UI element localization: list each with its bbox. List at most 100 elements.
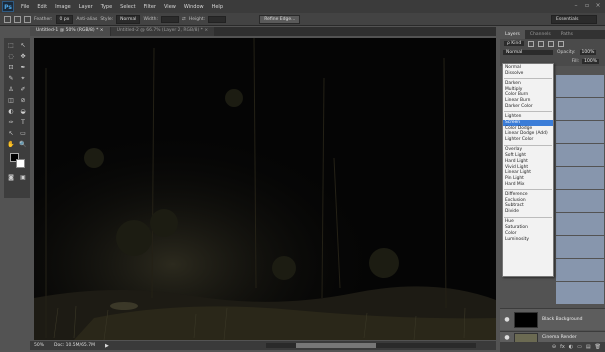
workspace-select[interactable]: Essentials xyxy=(551,15,597,24)
layer-row[interactable] xyxy=(556,167,604,189)
blend-option-hard-mix[interactable]: Hard Mix xyxy=(503,182,553,188)
new-group-icon[interactable]: ▤ xyxy=(586,344,591,350)
path-select-tool-icon[interactable]: ↖ xyxy=(6,129,16,138)
layer-name: Black Background xyxy=(542,317,583,322)
scrollbar-thumb[interactable] xyxy=(296,343,376,348)
mask-icon[interactable]: ◐ xyxy=(569,344,573,350)
menu-layer[interactable]: Layer xyxy=(75,4,97,10)
layer-row[interactable] xyxy=(556,213,604,235)
tab-channels[interactable]: Channels xyxy=(525,30,556,39)
status-bar: 50% Doc: 10.5M/65.7M ▶ xyxy=(30,341,496,350)
quick-select-tool-icon[interactable]: ⊡ xyxy=(6,63,16,72)
layer-row[interactable] xyxy=(556,259,604,281)
opacity-input[interactable]: 100% xyxy=(579,50,597,55)
zoom-tool-icon[interactable]: 🔍 xyxy=(18,140,28,149)
height-input[interactable] xyxy=(208,15,227,23)
shape-tool-icon[interactable]: ▭ xyxy=(18,129,28,138)
eraser-tool-icon[interactable]: ◫ xyxy=(6,96,16,105)
blend-option-divide[interactable]: Divide xyxy=(503,209,553,215)
doc-size: Doc: 10.5M/65.7M xyxy=(54,343,95,348)
marquee-tool-icon[interactable]: ⬚ xyxy=(6,41,16,50)
hand-tool-icon[interactable]: ✋ xyxy=(6,140,16,149)
blend-option-luminosity[interactable]: Luminosity xyxy=(503,237,553,243)
link-icon[interactable]: ⊖ xyxy=(552,344,556,350)
menu-edit[interactable]: Edit xyxy=(33,4,51,10)
tools-panel: ⬚ ↖ ◌ ✥ ⊡ ✒ ✎ ⌖ ♙ ✐ ◫ ⊘ ◐ ◒ ✑ T ↖ ▭ ✋ 🔍 ◙ ▣ xyxy=(4,38,30,198)
blend-row: Normal Opacity: 100% xyxy=(500,48,605,57)
type-filter-icon[interactable] xyxy=(548,40,555,47)
lasso-tool-icon[interactable]: ◌ xyxy=(6,52,16,61)
menu-file[interactable]: File xyxy=(17,4,33,10)
menu-bar: Ps File Edit Image Layer Type Select Filter Vie… xyxy=(0,0,605,13)
close-icon[interactable]: × xyxy=(594,2,602,10)
visibility-eye-icon[interactable]: ● xyxy=(500,334,514,341)
blend-mode-select[interactable]: Normal xyxy=(503,50,553,55)
shape-filter-icon[interactable] xyxy=(558,40,565,47)
horizontal-scrollbar[interactable] xyxy=(266,343,476,348)
style-select[interactable]: Normal xyxy=(116,14,141,24)
crop-move-tool-icon[interactable]: ✥ xyxy=(18,52,28,61)
status-menu-arrow-icon[interactable]: ▶ xyxy=(105,343,109,349)
blend-option-dissolve[interactable]: Dissolve xyxy=(503,71,553,77)
layer-black-background[interactable]: ● Black Background xyxy=(500,308,605,330)
marquee-tool-icon[interactable] xyxy=(4,15,11,23)
add-selection-icon[interactable] xyxy=(24,15,31,23)
fx-icon[interactable]: fx xyxy=(560,344,565,350)
tab-untitled-1[interactable]: Untitled-1 @ 50% (RGB/8) * × xyxy=(30,27,110,36)
pen-path-tool-icon[interactable]: ✑ xyxy=(6,118,16,127)
minimize-icon[interactable]: – xyxy=(572,2,580,10)
tab-paths[interactable]: Paths xyxy=(556,30,578,39)
layer-row[interactable] xyxy=(556,121,604,143)
layer-row[interactable] xyxy=(556,144,604,166)
new-selection-icon[interactable] xyxy=(14,15,21,23)
pixel-filter-icon[interactable] xyxy=(528,40,535,47)
layer-row[interactable] xyxy=(556,236,604,258)
blend-option-lighter-color[interactable]: Lighter Color xyxy=(503,137,553,143)
opacity-label: Opacity: xyxy=(557,50,576,55)
blend-option-darker-color[interactable]: Darker Color xyxy=(503,104,553,110)
refine-edge-button[interactable]: Refine Edge... xyxy=(259,14,301,24)
tab-untitled-2[interactable]: Untitled-2 @ 66.7% (Layer 2, RGB/8) * × xyxy=(110,27,215,36)
layer-row[interactable] xyxy=(556,190,604,212)
adjustment-icon[interactable]: ▭ xyxy=(577,344,582,350)
blur-tool-icon[interactable]: ◒ xyxy=(18,107,28,116)
antialias-checkbox[interactable]: Anti-alias xyxy=(76,17,97,22)
trash-icon[interactable]: 🗑 xyxy=(595,344,601,350)
width-input[interactable] xyxy=(161,15,180,23)
pen-tool-icon[interactable]: ✒ xyxy=(18,63,28,72)
fill-input[interactable]: 100% xyxy=(582,59,599,64)
menu-type[interactable]: Type xyxy=(97,4,116,10)
dodge-tool-icon[interactable]: ◐ xyxy=(6,107,16,116)
layer-row[interactable] xyxy=(556,75,604,97)
quick-mask-icon[interactable]: ◙ xyxy=(6,173,16,182)
forest-image xyxy=(34,38,496,340)
menu-window[interactable]: Window xyxy=(180,4,208,10)
layer-row[interactable] xyxy=(556,282,604,304)
menu-view[interactable]: View xyxy=(160,4,180,10)
gradient-block-tool-icon[interactable]: ⊘ xyxy=(18,96,28,105)
menu-filter[interactable]: Filter xyxy=(140,4,160,10)
menu-image[interactable]: Image xyxy=(51,4,75,10)
maximize-icon[interactable]: ▫ xyxy=(583,2,591,10)
menu-help[interactable]: Help xyxy=(208,4,227,10)
zoom-level[interactable]: 50% xyxy=(34,343,44,348)
blend-mode-dropdown[interactable]: Normal Dissolve Darken Multiply Color Burn Li… xyxy=(502,63,554,277)
eyedropper-tool-icon[interactable]: ⌖ xyxy=(18,74,28,83)
tab-layers[interactable]: Layers xyxy=(500,30,525,39)
visibility-eye-icon[interactable]: ● xyxy=(500,316,514,323)
feather-input[interactable]: 0 px xyxy=(55,14,74,24)
kind-filter-select[interactable]: ρ Kind xyxy=(504,41,525,46)
type-tool-icon[interactable]: T xyxy=(18,118,28,127)
layer-row[interactable] xyxy=(556,98,604,120)
background-color-swatch[interactable] xyxy=(16,159,25,168)
adjustment-filter-icon[interactable] xyxy=(538,40,545,47)
dropdown-separator xyxy=(504,78,552,80)
document-canvas[interactable] xyxy=(34,38,496,340)
history-brush-tool-icon[interactable]: ✐ xyxy=(18,85,28,94)
swap-icon[interactable]: ⇄ xyxy=(182,17,186,22)
brush-tool-icon[interactable]: ✎ xyxy=(6,74,16,83)
menu-select[interactable]: Select xyxy=(116,4,139,10)
move-tool-icon[interactable]: ↖ xyxy=(18,41,28,50)
stamp-tool-icon[interactable]: ♙ xyxy=(6,85,16,94)
screen-mode-icon[interactable]: ▣ xyxy=(18,173,28,182)
